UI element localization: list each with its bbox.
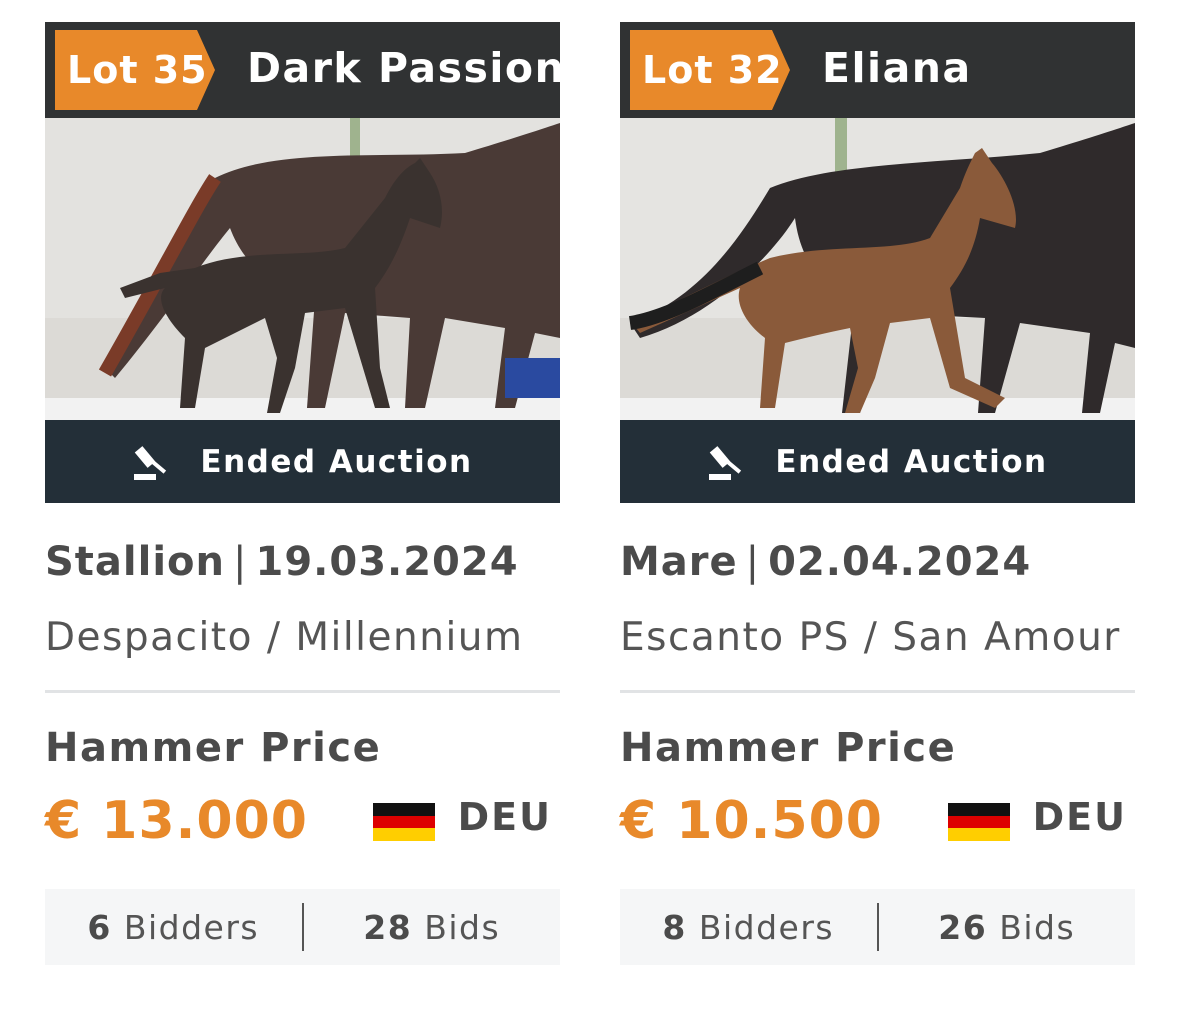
lot-badge: Lot 35 xyxy=(55,30,215,110)
gender-date: Stallion | 19.03.2024 xyxy=(45,539,560,585)
bidders-count: 8 xyxy=(662,907,687,947)
hammer-price: € 13.000 xyxy=(45,791,308,851)
bidders-stat: 8 Bidders xyxy=(620,908,877,947)
bidders-stat: 6 Bidders xyxy=(45,908,302,947)
horse-photo[interactable] xyxy=(45,118,560,420)
birth-date: 19.03.2024 xyxy=(255,539,519,585)
gender: Stallion xyxy=(45,539,226,585)
hammer-price: € 10.500 xyxy=(620,791,883,851)
card-header: Lot 32 Eliana xyxy=(620,22,1135,118)
bids-label: Bids xyxy=(999,907,1076,947)
horse-card[interactable]: Lot 32 Eliana Ended Auction Mare | 02.04.2… xyxy=(620,22,1135,965)
horse-photo[interactable] xyxy=(620,118,1135,420)
gender-date: Mare | 02.04.2024 xyxy=(620,539,1135,585)
horse-photo-image xyxy=(45,118,560,420)
card-header: Lot 35 Dark Passion xyxy=(45,22,564,118)
gavel-icon xyxy=(709,445,742,480)
horse-name[interactable]: Eliana xyxy=(822,22,972,118)
bid-stats: 8 Bidders 26 Bids xyxy=(620,889,1135,965)
price-row: € 10.500 DEU xyxy=(620,791,1135,861)
horse-name[interactable]: Dark Passion xyxy=(247,22,565,118)
meta-separator: | xyxy=(745,539,761,585)
germany-flag-icon xyxy=(948,803,1010,841)
bidders-count: 6 xyxy=(87,907,112,947)
status-text: Ended Auction xyxy=(775,443,1048,480)
horse-card[interactable]: Lot 35 Dark Passion Ended Auction Stalli… xyxy=(45,22,564,965)
gavel-icon xyxy=(134,445,167,480)
bids-count: 28 xyxy=(363,907,413,947)
price-label: Hammer Price xyxy=(45,725,382,771)
status-bar: Ended Auction xyxy=(45,420,560,503)
horse-photo-image xyxy=(620,118,1135,420)
country-code: DEU xyxy=(457,795,552,839)
bid-stats: 6 Bidders 28 Bids xyxy=(45,889,560,965)
price-label: Hammer Price xyxy=(620,725,957,771)
germany-flag-icon xyxy=(373,803,435,841)
price-row: € 13.000 DEU xyxy=(45,791,560,861)
status-bar: Ended Auction xyxy=(620,420,1135,503)
lot-badge: Lot 32 xyxy=(630,30,790,110)
bids-stat: 26 Bids xyxy=(879,908,1136,947)
divider-line xyxy=(45,690,560,693)
pedigree: Despacito / Millennium xyxy=(45,615,524,660)
gender: Mare xyxy=(620,539,738,585)
divider-line xyxy=(620,690,1135,693)
bids-count: 26 xyxy=(938,907,988,947)
birth-date: 02.04.2024 xyxy=(768,539,1032,585)
pedigree: Escanto PS / San Amour xyxy=(620,615,1121,660)
status-text: Ended Auction xyxy=(200,443,473,480)
bids-stat: 28 Bids xyxy=(304,908,561,947)
bidders-label: Bidders xyxy=(698,907,835,947)
bidders-label: Bidders xyxy=(123,907,260,947)
country-code: DEU xyxy=(1032,795,1127,839)
bids-label: Bids xyxy=(424,907,501,947)
meta-separator: | xyxy=(233,539,248,585)
